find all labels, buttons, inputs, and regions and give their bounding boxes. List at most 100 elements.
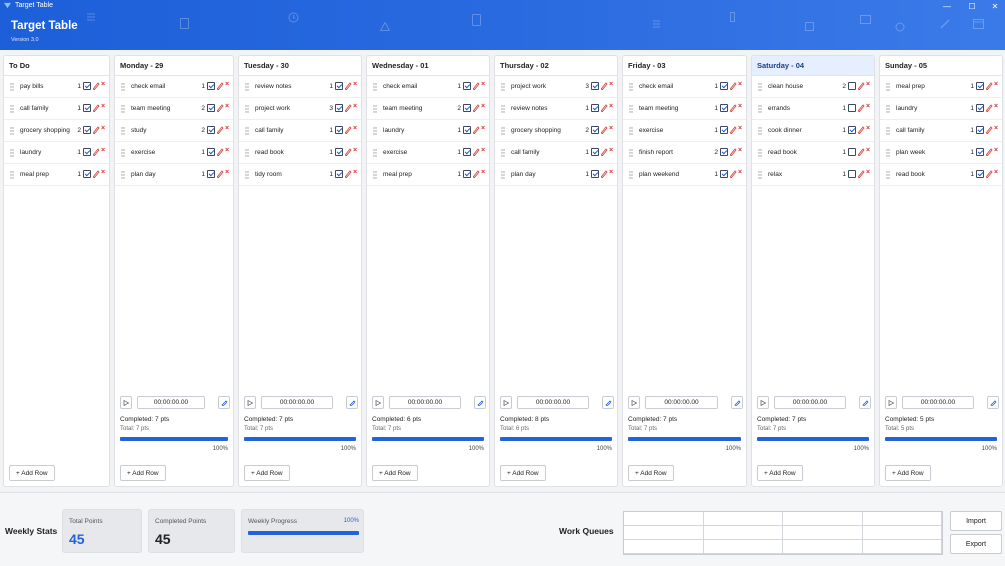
task-name[interactable]: laundry: [383, 127, 457, 134]
drag-handle-icon[interactable]: [758, 105, 762, 113]
add-row-button[interactable]: + Add Row: [628, 465, 674, 481]
drag-handle-icon[interactable]: [10, 83, 14, 91]
work-queue-cell[interactable]: [624, 526, 704, 540]
drag-handle-icon[interactable]: [758, 171, 762, 179]
delete-icon[interactable]: ×: [866, 147, 870, 154]
work-queue-cell[interactable]: [703, 540, 783, 554]
task-row[interactable]: finish report 2 ×: [623, 142, 746, 164]
task-row[interactable]: call family 1 ×: [239, 120, 361, 142]
task-name[interactable]: team meeting: [131, 105, 201, 112]
drag-handle-icon[interactable]: [886, 83, 890, 91]
delete-icon[interactable]: ×: [738, 147, 742, 154]
task-row[interactable]: plan day 1 ×: [495, 164, 617, 186]
delete-icon[interactable]: ×: [994, 147, 998, 154]
work-queue-cell[interactable]: [862, 512, 942, 526]
task-name[interactable]: exercise: [639, 127, 714, 134]
delete-icon[interactable]: ×: [481, 147, 485, 154]
delete-icon[interactable]: ×: [866, 125, 870, 132]
add-row-button[interactable]: + Add Row: [9, 465, 55, 481]
delete-icon[interactable]: ×: [609, 103, 613, 110]
edit-timer-button[interactable]: [602, 396, 614, 409]
edit-icon[interactable]: [92, 125, 100, 134]
delete-icon[interactable]: ×: [866, 169, 870, 176]
task-row[interactable]: review notes 1 ×: [239, 76, 361, 98]
task-name[interactable]: exercise: [383, 149, 457, 156]
task-done-checkbox[interactable]: [976, 82, 984, 90]
delete-icon[interactable]: ×: [866, 81, 870, 88]
work-queue-cell[interactable]: [783, 512, 863, 526]
edit-icon[interactable]: [857, 103, 865, 112]
work-queues-grid[interactable]: [623, 511, 943, 555]
play-timer-button[interactable]: [372, 396, 384, 409]
play-timer-button[interactable]: [885, 396, 897, 409]
delete-icon[interactable]: ×: [481, 169, 485, 176]
task-row[interactable]: plan week 1 ×: [880, 142, 1002, 164]
task-done-checkbox[interactable]: [463, 104, 471, 112]
task-done-checkbox[interactable]: [976, 104, 984, 112]
timer-display[interactable]: 00:00:00.00: [902, 396, 974, 409]
drag-handle-icon[interactable]: [501, 83, 505, 91]
work-queue-cell[interactable]: [703, 512, 783, 526]
edit-icon[interactable]: [600, 169, 608, 178]
delete-icon[interactable]: ×: [225, 169, 229, 176]
edit-icon[interactable]: [92, 103, 100, 112]
work-queue-cell[interactable]: [862, 540, 942, 554]
delete-icon[interactable]: ×: [609, 125, 613, 132]
play-timer-button[interactable]: [757, 396, 769, 409]
edit-icon[interactable]: [344, 147, 352, 156]
delete-icon[interactable]: ×: [225, 147, 229, 154]
task-done-checkbox[interactable]: [463, 82, 471, 90]
task-name[interactable]: call family: [511, 149, 585, 156]
task-done-checkbox[interactable]: [720, 170, 728, 178]
edit-timer-button[interactable]: [346, 396, 358, 409]
edit-timer-button[interactable]: [218, 396, 230, 409]
task-row[interactable]: call family 1 ×: [880, 120, 1002, 142]
task-row[interactable]: project work 3 ×: [239, 98, 361, 120]
edit-icon[interactable]: [472, 103, 480, 112]
drag-handle-icon[interactable]: [501, 127, 505, 135]
delete-icon[interactable]: ×: [609, 169, 613, 176]
task-row[interactable]: exercise 1 ×: [623, 120, 746, 142]
play-timer-button[interactable]: [628, 396, 640, 409]
delete-icon[interactable]: ×: [101, 147, 105, 154]
task-name[interactable]: call family: [20, 105, 77, 112]
work-queue-cell[interactable]: [624, 512, 704, 526]
edit-icon[interactable]: [216, 147, 224, 156]
delete-icon[interactable]: ×: [353, 81, 357, 88]
delete-icon[interactable]: ×: [738, 81, 742, 88]
edit-icon[interactable]: [729, 81, 737, 90]
task-done-checkbox[interactable]: [463, 148, 471, 156]
task-done-checkbox[interactable]: [83, 126, 91, 134]
task-row[interactable]: check email 1 ×: [367, 76, 489, 98]
task-row[interactable]: read book 1 ×: [880, 164, 1002, 186]
add-row-button[interactable]: + Add Row: [120, 465, 166, 481]
task-done-checkbox[interactable]: [848, 170, 856, 178]
task-row[interactable]: plan day 1 ×: [115, 164, 233, 186]
task-done-checkbox[interactable]: [83, 104, 91, 112]
delete-icon[interactable]: ×: [101, 125, 105, 132]
task-name[interactable]: check email: [639, 83, 714, 90]
drag-handle-icon[interactable]: [629, 127, 633, 135]
delete-icon[interactable]: ×: [738, 125, 742, 132]
task-row[interactable]: pay bills 1 ×: [4, 76, 109, 98]
edit-icon[interactable]: [985, 147, 993, 156]
delete-icon[interactable]: ×: [481, 103, 485, 110]
delete-icon[interactable]: ×: [353, 103, 357, 110]
edit-icon[interactable]: [600, 103, 608, 112]
drag-handle-icon[interactable]: [629, 83, 633, 91]
task-done-checkbox[interactable]: [976, 170, 984, 178]
task-name[interactable]: laundry: [20, 149, 77, 156]
delete-icon[interactable]: ×: [353, 169, 357, 176]
task-row[interactable]: team meeting 2 ×: [115, 98, 233, 120]
drag-handle-icon[interactable]: [501, 149, 505, 157]
delete-icon[interactable]: ×: [866, 103, 870, 110]
export-button[interactable]: Export: [950, 534, 1002, 554]
task-name[interactable]: call family: [255, 127, 329, 134]
drag-handle-icon[interactable]: [10, 127, 14, 135]
edit-icon[interactable]: [985, 103, 993, 112]
edit-icon[interactable]: [729, 103, 737, 112]
delete-icon[interactable]: ×: [994, 125, 998, 132]
edit-icon[interactable]: [985, 81, 993, 90]
edit-icon[interactable]: [216, 81, 224, 90]
edit-icon[interactable]: [729, 125, 737, 134]
